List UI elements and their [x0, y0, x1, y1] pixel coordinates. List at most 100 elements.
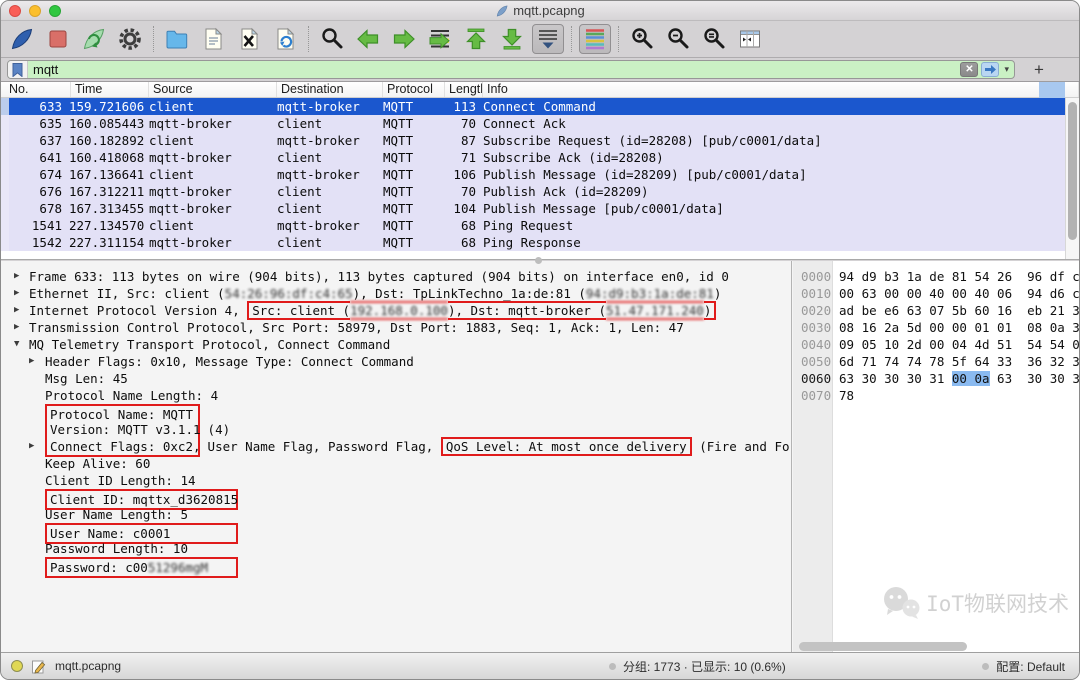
collapsed-arrow-icon[interactable]: ▶: [29, 353, 34, 370]
column-header-destination[interactable]: Destination: [277, 82, 383, 97]
start-capture-button[interactable]: [6, 24, 38, 54]
zoom-original-button[interactable]: [698, 24, 730, 54]
hex-offset: 0070: [793, 387, 827, 404]
bytes-scrollbar[interactable]: [797, 642, 1072, 651]
scrollbar-thumb[interactable]: [1068, 102, 1077, 240]
colorize-packets-button[interactable]: [579, 24, 611, 54]
hex-offset: 0010: [793, 285, 827, 302]
hex-offset: 0030: [793, 319, 827, 336]
hex-row[interactable]: 000094 d9 b3 1a de 81 54 26 96 df c: [793, 268, 1079, 285]
save-file-button[interactable]: [197, 24, 229, 54]
detail-tree-row[interactable]: User Name: c0001: [1, 523, 791, 540]
detail-tree-row[interactable]: Version: MQTT v3.1.1 (4): [1, 421, 791, 438]
collapsed-arrow-icon[interactable]: ▶: [29, 438, 34, 455]
go-back-button[interactable]: [352, 24, 384, 54]
detail-tree-row[interactable]: Password Length: 10: [1, 540, 791, 557]
hex-row[interactable]: 001000 63 00 00 40 00 40 06 94 d6 c: [793, 285, 1079, 302]
collapsed-arrow-icon[interactable]: ▶: [14, 319, 19, 336]
hex-row[interactable]: 004009 05 10 2d 00 04 4d 51 54 54 0: [793, 336, 1079, 353]
hex-row[interactable]: 007078: [793, 387, 1079, 404]
collapsed-arrow-icon[interactable]: ▶: [14, 285, 19, 302]
pane-splitter-handle[interactable]: [535, 257, 542, 264]
hex-row[interactable]: 00506d 71 74 74 78 5f 64 33 36 32 3: [793, 353, 1079, 370]
packet-row[interactable]: 674167.136641clientmqtt-brokerMQTT106Pub…: [1, 166, 1065, 183]
toolbar-separator: [618, 26, 619, 52]
hex-selected-bytes: 00 0a: [952, 371, 990, 386]
column-header-no[interactable]: No.: [1, 82, 71, 97]
column-header-length[interactable]: Length: [445, 82, 483, 97]
detail-tree-row[interactable]: Keep Alive: 60: [1, 455, 791, 472]
detail-tree-row[interactable]: Protocol Name Length: 4: [1, 387, 791, 404]
zoom-in-button[interactable]: [626, 24, 658, 54]
hex-rows: 000094 d9 b3 1a de 81 54 26 96 df c00100…: [793, 268, 1079, 404]
detail-tree-row[interactable]: ▶Header Flags: 0x10, Message Type: Conne…: [1, 353, 791, 370]
packet-detail-pane: ▶Frame 633: 113 bytes on wire (904 bits)…: [1, 261, 792, 654]
title-bar: mqtt.pcapng: [1, 1, 1079, 21]
restart-capture-button[interactable]: [78, 24, 110, 54]
stop-capture-icon: [45, 26, 71, 52]
packet-row[interactable]: 678167.313455mqtt-brokerclientMQTT104Pub…: [1, 200, 1065, 217]
apply-filter-button[interactable]: [981, 62, 999, 77]
collapsed-arrow-icon[interactable]: ▶: [14, 268, 19, 285]
lower-panes: ▶Frame 633: 113 bytes on wire (904 bits)…: [1, 261, 1079, 654]
detail-tree-row[interactable]: Protocol Name: MQTT: [1, 404, 791, 421]
expanded-arrow-icon[interactable]: ▼: [14, 336, 19, 353]
detail-tree-row[interactable]: ▶Transmission Control Protocol, Src Port…: [1, 319, 791, 336]
display-filter-input[interactable]: mqtt ✕ ▾: [7, 60, 1015, 79]
hex-row[interactable]: 0020ad be e6 63 07 5b 60 16 eb 21 3: [793, 302, 1079, 319]
filter-dropdown-caret[interactable]: ▾: [1002, 64, 1011, 75]
go-last-packet-button[interactable]: [496, 24, 528, 54]
watermark-text: IoT物联网技术: [926, 588, 1069, 618]
go-first-packet-button[interactable]: [460, 24, 492, 54]
hex-row[interactable]: 003008 16 2a 5d 00 00 01 01 08 0a 3: [793, 319, 1079, 336]
reload-file-button[interactable]: [269, 24, 301, 54]
stop-capture-button[interactable]: [42, 24, 74, 54]
packet-row[interactable]: 635160.085443mqtt-brokerclientMQTT70Conn…: [1, 115, 1065, 132]
hex-offset: 0040: [793, 336, 827, 353]
expert-info-icon[interactable]: [11, 660, 23, 672]
detail-tree-row[interactable]: Client ID: mqttx_d3620815: [1, 489, 791, 506]
packet-row[interactable]: 641160.418068mqtt-brokerclientMQTT71Subs…: [1, 149, 1065, 166]
detail-tree-row[interactable]: Msg Len: 45: [1, 370, 791, 387]
column-header-source[interactable]: Source: [149, 82, 277, 97]
profile-text[interactable]: 配置: Default: [996, 658, 1065, 675]
detail-tree-row[interactable]: ▶Internet Protocol Version 4, Src: clien…: [1, 302, 791, 319]
packet-count-text: 分组: 1773 · 已显示: 10 (0.6%): [623, 658, 786, 675]
filter-bookmark-icon[interactable]: [8, 61, 28, 78]
close-file-icon: [236, 26, 262, 52]
detail-tree-row[interactable]: User Name Length: 5: [1, 506, 791, 523]
packet-row[interactable]: 1541227.134570clientmqtt-brokerMQTT68Pin…: [1, 217, 1065, 234]
detail-tree-row[interactable]: Client ID Length: 14: [1, 472, 791, 489]
hex-row[interactable]: 006063 30 30 30 31 00 0a 63 30 30 3: [793, 370, 1079, 387]
packet-row[interactable]: 633159.721606clientmqtt-brokerMQTT113Con…: [1, 98, 1065, 115]
detail-tree-row[interactable]: ▶Connect Flags: 0xc2, User Name Flag, Pa…: [1, 438, 791, 455]
capture-comment-icon[interactable]: [32, 659, 46, 674]
detail-tree-row[interactable]: ▶Ethernet II, Src: client (54:26:96:df:c…: [1, 285, 791, 302]
open-file-icon: [164, 26, 190, 52]
packet-row[interactable]: 637160.182892clientmqtt-brokerMQTT87Subs…: [1, 132, 1065, 149]
collapsed-arrow-icon[interactable]: ▶: [14, 302, 19, 319]
find-packet-icon: [319, 26, 345, 52]
close-file-button[interactable]: [233, 24, 265, 54]
detail-tree-row[interactable]: ▶Frame 633: 113 bytes on wire (904 bits)…: [1, 268, 791, 285]
detail-tree-row[interactable]: Password: c0051296mgM: [1, 557, 791, 574]
resize-columns-button[interactable]: [734, 24, 766, 54]
column-header-time[interactable]: Time: [71, 82, 149, 97]
zoom-original-icon: [701, 26, 727, 52]
go-forward-button[interactable]: [388, 24, 420, 54]
packet-row[interactable]: 1542227.311154mqtt-brokerclientMQTT68Pin…: [1, 234, 1065, 251]
go-to-packet-button[interactable]: [424, 24, 456, 54]
packet-row[interactable]: 676167.312211mqtt-brokerclientMQTT70Publ…: [1, 183, 1065, 200]
zoom-out-button[interactable]: [662, 24, 694, 54]
auto-scroll-button[interactable]: [532, 24, 564, 54]
add-filter-button[interactable]: +: [1029, 60, 1049, 80]
bytes-scrollbar-thumb[interactable]: [799, 642, 967, 651]
column-header-protocol[interactable]: Protocol: [383, 82, 445, 97]
detail-tree-row[interactable]: ▼MQ Telemetry Transport Protocol, Connec…: [1, 336, 791, 353]
find-packet-button[interactable]: [316, 24, 348, 54]
column-header-info[interactable]: Info: [483, 82, 1079, 97]
open-file-button[interactable]: [161, 24, 193, 54]
capture-options-button[interactable]: [114, 24, 146, 54]
packet-list-scrollbar[interactable]: [1065, 98, 1079, 259]
clear-filter-button[interactable]: ✕: [960, 62, 978, 77]
